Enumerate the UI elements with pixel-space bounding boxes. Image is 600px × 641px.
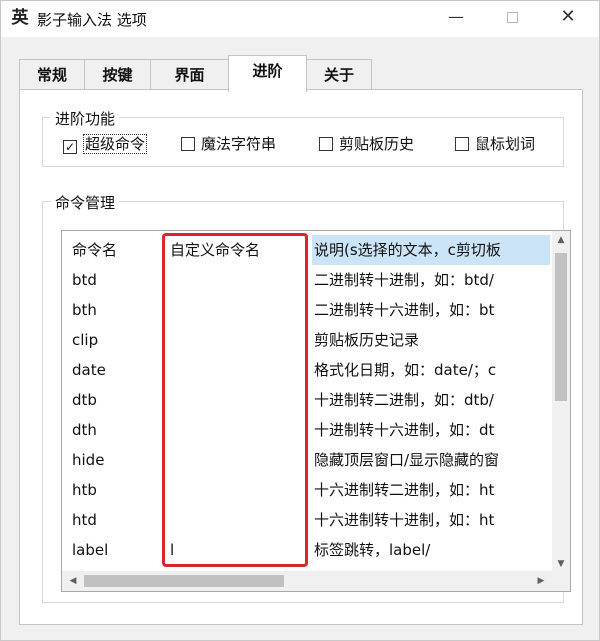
command-management-legend: 命令管理 — [51, 192, 120, 213]
table-row[interactable]: htb 十六进制转二进制，如：ht — [62, 475, 552, 505]
checkbox-unchecked-icon[interactable] — [319, 137, 333, 151]
table-row[interactable]: label l 标签跳转，label/ — [62, 535, 552, 565]
table-row[interactable]: clip 剪贴板历史记录 — [62, 325, 552, 355]
close-button[interactable]: ✕ — [545, 1, 591, 33]
command-name: label — [72, 541, 109, 559]
checkbox-unchecked-icon[interactable] — [181, 137, 195, 151]
custom-command-name[interactable] — [170, 265, 310, 295]
checkbox-clipboard-history[interactable]: 剪贴板历史 — [319, 133, 414, 155]
table-row[interactable]: bth 二进制转十六进制，如：bt — [62, 295, 552, 325]
custom-command-name[interactable] — [170, 445, 310, 475]
command-list[interactable]: 命令名 自定义命令名 说明(s选择的文本，c剪切板 btd 二进制转十进制，如：… — [61, 230, 571, 592]
minimize-button[interactable]: — — [433, 1, 479, 33]
table-row[interactable]: date 格式化日期，如：date/；c — [62, 355, 552, 385]
custom-command-name[interactable] — [170, 355, 310, 385]
tab-about[interactable]: 关于 — [306, 59, 372, 91]
custom-command-name[interactable] — [170, 295, 310, 325]
command-management-group: 命令管理 命令名 自定义命令名 说明(s选择的文本，c剪切板 btd 二进制转十… — [42, 192, 571, 603]
tab-panel-advanced: 进阶功能 ✓ 超级命令 魔法字符串 剪贴板历史 鼠标划词 命令管理 命令名 自定义… — [19, 89, 583, 625]
command-name: date — [72, 361, 106, 379]
horizontal-scrollbar[interactable]: ◀ ▶ — [62, 571, 570, 591]
custom-command-name[interactable] — [170, 475, 310, 505]
table-row[interactable]: dth 十进制转十六进制，如：dt — [62, 415, 552, 445]
title-bar[interactable]: 英 影子输入法 选项 — ✕ — [1, 1, 599, 37]
tab-keys[interactable]: 按键 — [84, 59, 151, 91]
vertical-scrollbar[interactable]: ▲ ▼ — [552, 231, 570, 573]
close-icon: ✕ — [560, 6, 576, 27]
custom-command-name[interactable] — [170, 325, 310, 355]
command-description: 剪贴板历史记录 — [314, 331, 420, 349]
command-name: dtb — [72, 391, 97, 409]
list-header: 命令名 自定义命令名 说明(s选择的文本，c剪切板 — [62, 235, 552, 265]
column-header-command-name[interactable]: 命令名 — [72, 235, 162, 265]
command-name: dth — [72, 421, 97, 439]
checkbox-label: 魔法字符串 — [201, 135, 277, 153]
command-description: 十进制转十六进制，如：dt — [314, 421, 495, 439]
command-name: htb — [72, 481, 97, 499]
checkbox-super-command[interactable]: ✓ 超级命令 — [63, 133, 148, 155]
horizontal-scroll-thumb[interactable] — [84, 575, 284, 587]
tab-interface[interactable]: 界面 — [150, 59, 229, 91]
checkbox-label: 超级命令 — [83, 134, 148, 154]
column-header-custom-name[interactable]: 自定义命令名 — [170, 235, 310, 265]
minimize-icon: — — [448, 7, 464, 26]
maximize-icon — [506, 12, 518, 23]
scroll-left-icon[interactable]: ◀ — [64, 572, 82, 590]
checkbox-label: 鼠标划词 — [475, 135, 536, 153]
table-row[interactable]: dtb 十进制转二进制，如：dtb/ — [62, 385, 552, 415]
command-description: 格式化日期，如：date/；c — [314, 361, 497, 379]
advanced-features-legend: 进阶功能 — [51, 108, 120, 129]
command-name: hide — [72, 451, 105, 469]
app-icon: 英 — [11, 8, 29, 28]
command-description: 十六进制转十进制，如：ht — [314, 511, 495, 529]
custom-command-name[interactable] — [170, 415, 310, 445]
vertical-scroll-thumb[interactable] — [555, 253, 567, 401]
tab-advanced[interactable]: 进阶 — [228, 55, 307, 92]
command-description: 十六进制转二进制，如：ht — [314, 481, 495, 499]
command-name: htd — [72, 511, 97, 529]
command-description: 二进制转十进制，如：btd/ — [314, 271, 494, 289]
command-name: clip — [72, 331, 99, 349]
table-row[interactable]: btd 二进制转十进制，如：btd/ — [62, 265, 552, 295]
command-description: 标签跳转，label/ — [314, 541, 431, 559]
custom-command-name[interactable] — [170, 505, 310, 535]
command-name: bth — [72, 301, 97, 319]
scroll-up-icon[interactable]: ▲ — [552, 231, 570, 249]
command-name: btd — [72, 271, 97, 289]
maximize-button — [489, 1, 535, 33]
command-description: 十进制转二进制，如：dtb/ — [314, 391, 494, 409]
column-header-description[interactable]: 说明(s选择的文本，c剪切板 — [312, 235, 550, 265]
tab-general[interactable]: 常规 — [19, 59, 85, 91]
command-description: 二进制转十六进制，如：bt — [314, 301, 495, 319]
checkbox-magic-string[interactable]: 魔法字符串 — [181, 133, 276, 155]
checkbox-checked-icon[interactable]: ✓ — [63, 140, 77, 154]
options-window: 英 影子输入法 选项 — ✕ 常规 按键 界面 进阶 关于 进阶功能 ✓ 超级命令… — [0, 0, 600, 641]
checkbox-mouse-select-word[interactable]: 鼠标划词 — [455, 133, 535, 155]
scroll-right-icon[interactable]: ▶ — [532, 572, 550, 590]
window-title: 影子输入法 选项 — [37, 11, 147, 29]
custom-command-name[interactable]: l — [170, 535, 310, 565]
checkbox-label: 剪贴板历史 — [339, 135, 415, 153]
checkbox-unchecked-icon[interactable] — [455, 137, 469, 151]
advanced-features-group: 进阶功能 ✓ 超级命令 魔法字符串 剪贴板历史 鼠标划词 — [42, 108, 564, 167]
custom-command-name[interactable] — [170, 385, 310, 415]
table-row[interactable]: hide 隐藏顶层窗口/显示隐藏的窗 — [62, 445, 552, 475]
table-row[interactable]: htd 十六进制转十进制，如：ht — [62, 505, 552, 535]
command-description: 隐藏顶层窗口/显示隐藏的窗 — [314, 451, 500, 469]
